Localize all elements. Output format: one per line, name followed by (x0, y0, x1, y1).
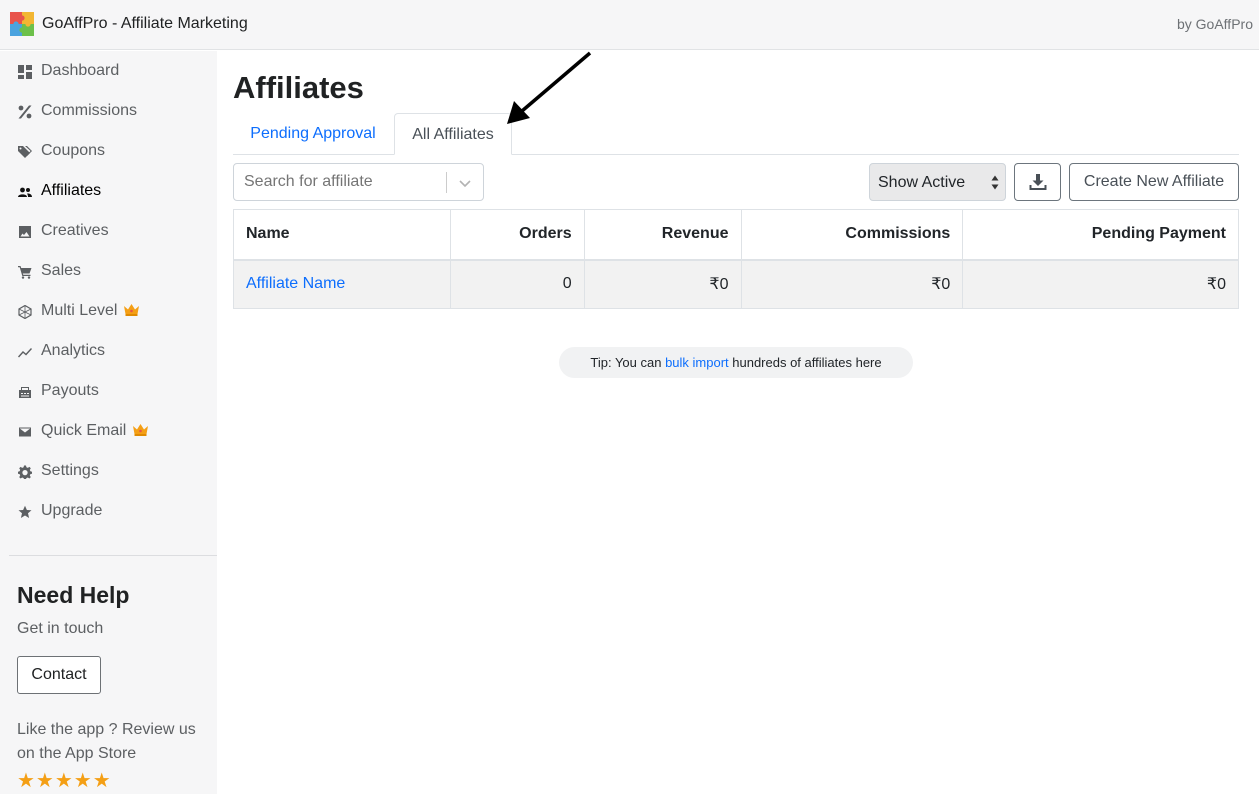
column-header-commissions[interactable]: Commissions (740, 209, 964, 261)
sidebar-item-sales[interactable]: Sales (0, 251, 217, 291)
sidebar-item-creatives[interactable]: Creatives (0, 211, 217, 251)
affiliate-name-cell: Affiliate Name (233, 259, 451, 309)
column-header-name[interactable]: Name (233, 209, 451, 261)
sidebar-item-quick-email[interactable]: Quick Email (0, 411, 217, 451)
users-icon (17, 184, 33, 200)
sidebar-item-label: Commissions (41, 102, 138, 119)
sidebar-item-label: Coupons (41, 142, 106, 159)
affiliate-name-link[interactable]: Affiliate Name (246, 275, 345, 292)
puzzle-logo-icon (10, 12, 34, 36)
app-title: GoAffPro - Affiliate Marketing (42, 15, 248, 32)
sidebar-item-label: Multi Level (41, 302, 140, 321)
sidebar-item-label: Dashboard (41, 62, 120, 79)
review-prompt[interactable]: Like the app ? Review us on the App Stor… (17, 718, 207, 766)
cart-icon (17, 264, 33, 280)
table-row[interactable]: Affiliate Name 0 ₹0 ₹0 ₹0 (233, 259, 1239, 309)
commissions-cell: ₹0 (740, 259, 964, 309)
cash-register-icon (17, 384, 33, 400)
sidebar-item-label: Quick Email (41, 422, 149, 441)
affiliates-table: Name Orders Revenue Commissions Pending … (233, 209, 1239, 309)
sidebar-item-analytics[interactable]: Analytics (0, 331, 217, 371)
page-title: Affiliates (233, 70, 364, 105)
download-button[interactable] (1014, 163, 1061, 201)
rating-stars[interactable]: ★★★★★ (17, 768, 112, 792)
create-affiliate-button[interactable]: Create New Affiliate (1069, 163, 1239, 201)
sidebar-item-label: Creatives (41, 222, 109, 239)
sidebar-item-affiliates[interactable]: Affiliates (0, 171, 217, 211)
sidebar-divider (9, 555, 217, 556)
select-arrows-icon (991, 175, 999, 190)
download-icon (1029, 174, 1046, 190)
column-header-revenue[interactable]: Revenue (583, 209, 742, 261)
dashboard-icon (17, 64, 33, 80)
sidebar-item-upgrade[interactable]: Upgrade (0, 491, 217, 531)
top-bar: GoAffPro - Affiliate Marketing by GoAffP… (0, 0, 1259, 50)
sidebar-item-label: Payouts (41, 382, 99, 399)
sidebar-item-multi-level[interactable]: Multi Level (0, 291, 217, 331)
bulk-import-link[interactable]: bulk import (665, 355, 729, 370)
crown-icon (123, 303, 140, 321)
column-header-orders[interactable]: Orders (449, 209, 585, 261)
search-input[interactable] (235, 165, 445, 199)
contact-button[interactable]: Contact (17, 656, 101, 694)
star-icon (17, 504, 33, 520)
status-filter-value: Show Active (878, 174, 966, 191)
app-developer-label: by GoAffPro (1176, 16, 1253, 32)
help-subtitle: Get in touch (17, 620, 104, 637)
image-icon (17, 224, 33, 240)
sidebar-item-label: Upgrade (41, 502, 103, 519)
sidebar-item-settings[interactable]: Settings (0, 451, 217, 491)
sidebar-item-coupons[interactable]: Coupons (0, 131, 217, 171)
tags-icon (17, 144, 33, 160)
tip-suffix: hundreds of affiliates here (728, 355, 882, 370)
trend-icon (17, 344, 33, 360)
sidebar-item-label: Analytics (41, 342, 106, 359)
bulk-import-tip: Tip: You can bulk import hundreds of aff… (559, 347, 913, 378)
table-header-row: Name Orders Revenue Commissions Pending … (233, 209, 1239, 261)
sidebar-item-commissions[interactable]: Commissions (0, 91, 217, 131)
tab-all-affiliates[interactable]: All Affiliates (394, 113, 512, 155)
annotation-arrow-icon (507, 51, 592, 124)
search-separator (446, 172, 447, 193)
orders-cell: 0 (449, 259, 585, 309)
tip-prefix: Tip: You can (590, 355, 666, 370)
network-icon (17, 304, 33, 320)
chevron-down-icon[interactable] (457, 175, 473, 191)
envelope-icon (17, 424, 33, 440)
sidebar-item-dashboard[interactable]: Dashboard (0, 51, 217, 91)
affiliate-search[interactable] (233, 163, 484, 201)
gear-icon (17, 464, 33, 480)
help-title: Need Help (17, 582, 130, 608)
pending-payment-cell: ₹0 (962, 259, 1239, 309)
status-filter-select[interactable]: Show Active (869, 163, 1006, 201)
sidebar: Dashboard Commissions Coupons Affiliates… (0, 51, 217, 794)
crown-icon (132, 423, 149, 441)
sidebar-item-label: Sales (41, 262, 82, 279)
revenue-cell: ₹0 (583, 259, 742, 309)
tab-pending-approval[interactable]: Pending Approval (233, 113, 393, 155)
sidebar-item-label: Affiliates (41, 182, 102, 199)
sidebar-item-label: Settings (41, 462, 99, 479)
sidebar-item-payouts[interactable]: Payouts (0, 371, 217, 411)
percent-icon (17, 104, 33, 120)
column-header-pending-payment[interactable]: Pending Payment (962, 209, 1239, 261)
